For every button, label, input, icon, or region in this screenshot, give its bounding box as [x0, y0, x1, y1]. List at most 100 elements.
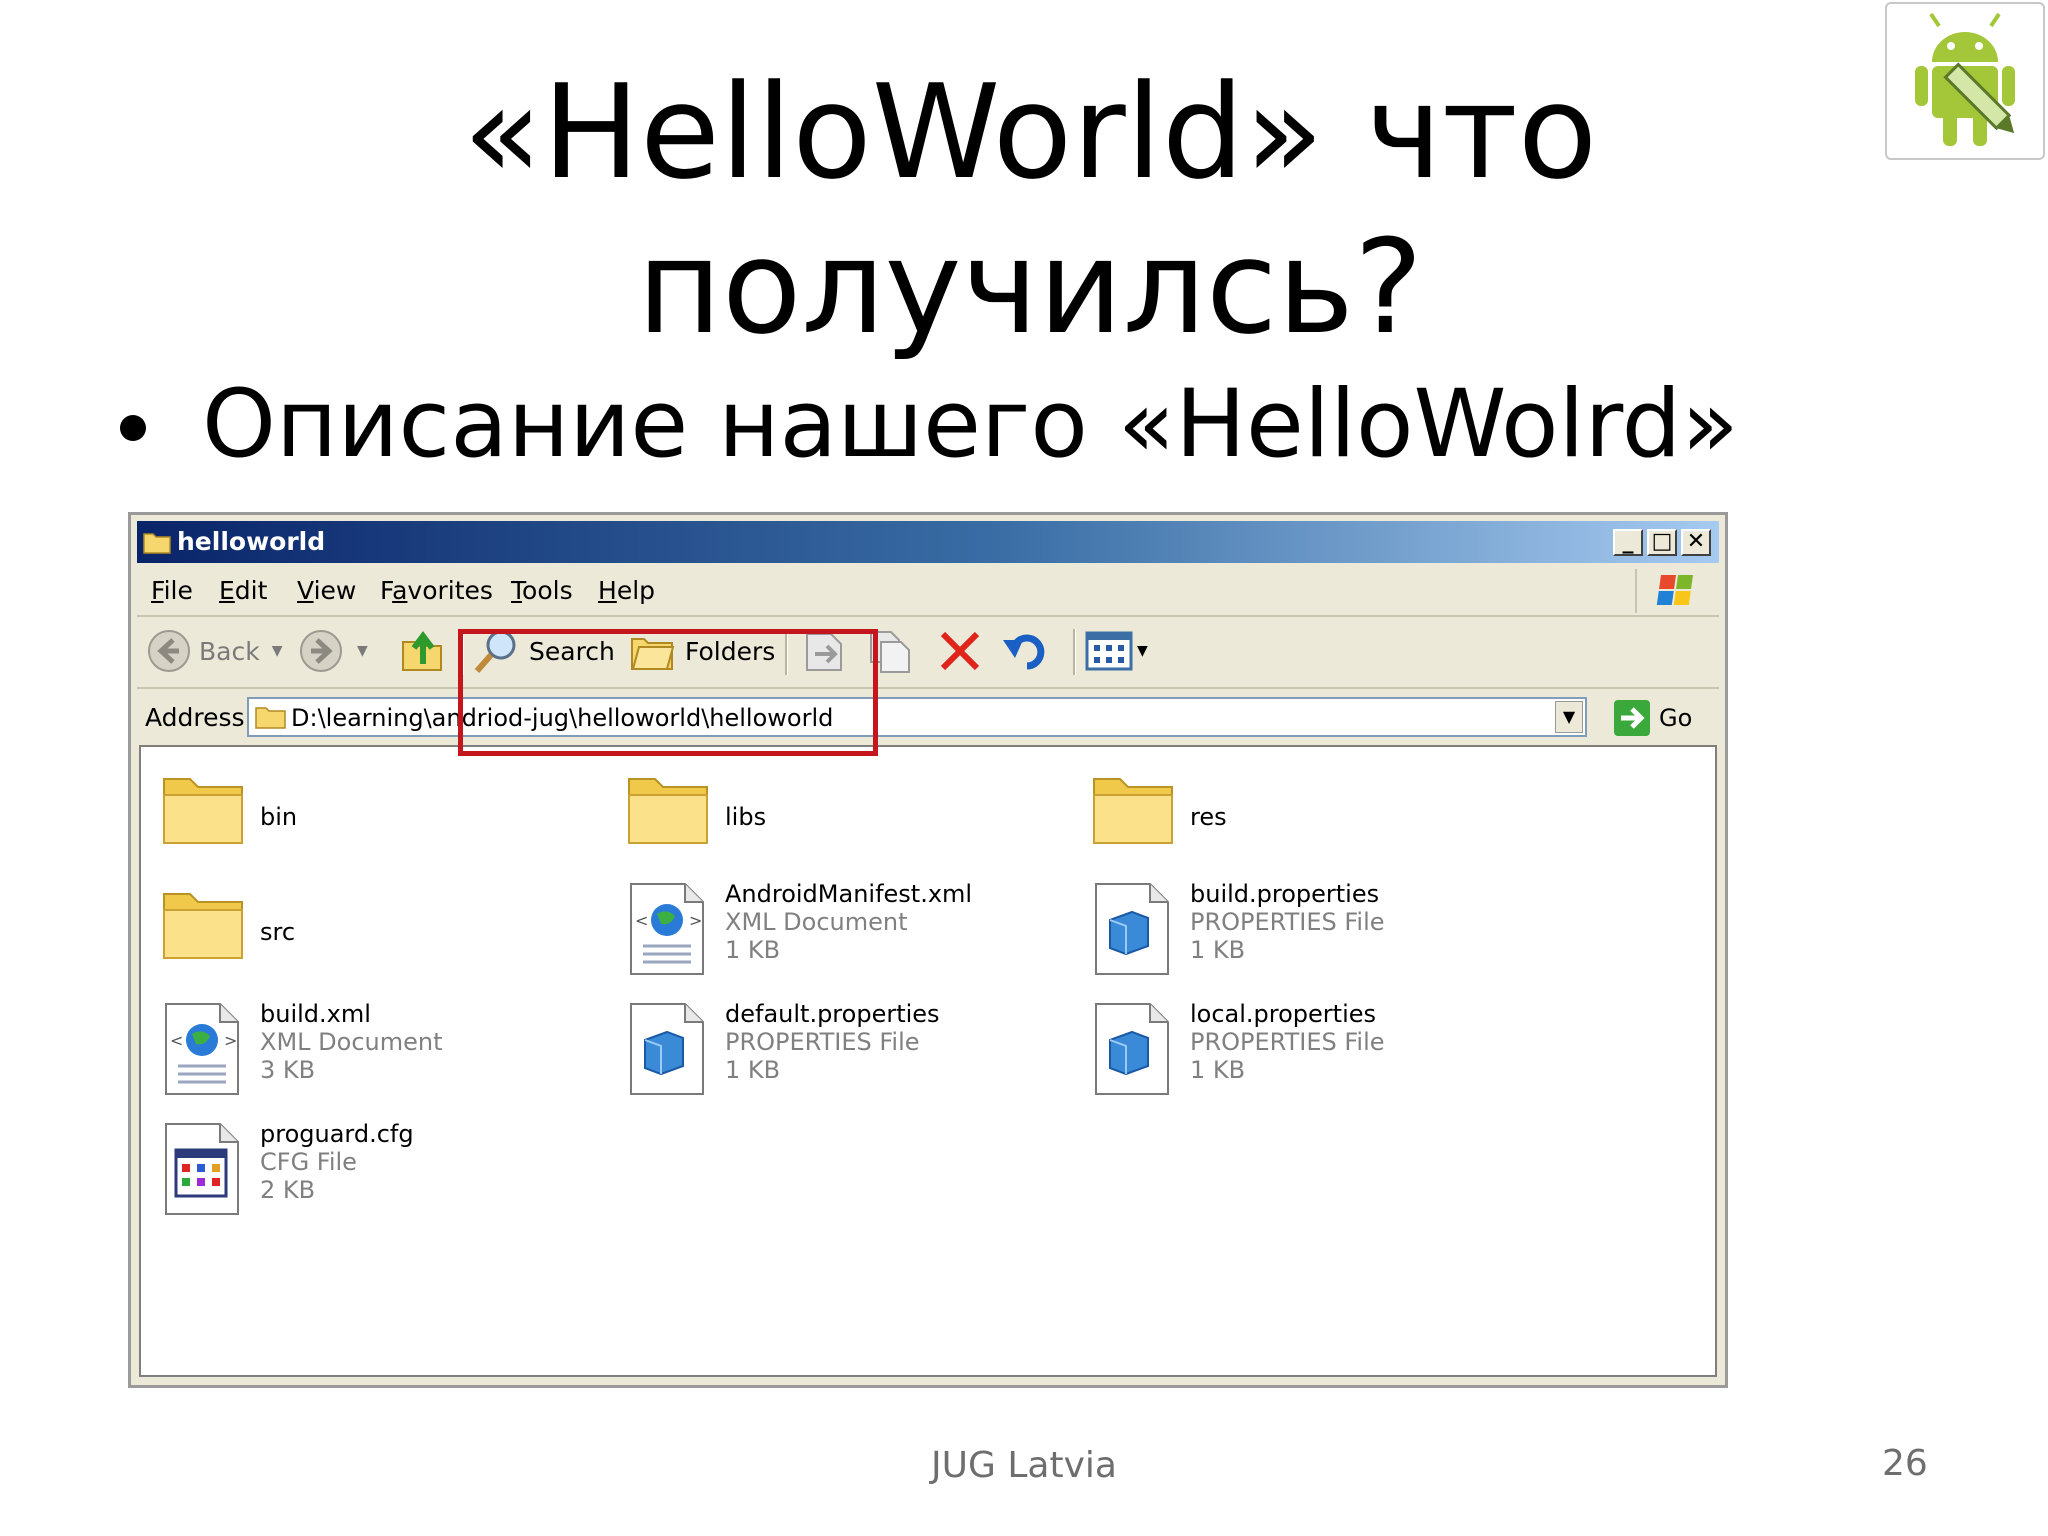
file-name: AndroidManifest.xml [725, 880, 973, 908]
file-item-text: proguard.cfg CFG File 2 KB [260, 1120, 414, 1204]
menu-bar: File Edit View Favorites Tools Help [137, 567, 1719, 617]
folder-icon [625, 765, 715, 865]
file-item-text: AndroidManifest.xml XML Document 1 KB [725, 880, 972, 964]
footer-text: JUG Latvia [931, 1445, 1117, 1486]
file-name: build.xml [260, 1000, 371, 1028]
folder-icon [160, 765, 250, 865]
title-bar[interactable]: helloworld _ □ ✕ [137, 521, 1719, 563]
minimize-button[interactable]: _ [1613, 529, 1643, 556]
delete-x-icon [940, 631, 980, 671]
slide-title-line-2: получилсь? [636, 211, 1424, 363]
svg-text:<: < [635, 911, 648, 930]
forward-button[interactable]: ▼ [299, 627, 368, 675]
back-button[interactable]: Back ▼ [147, 627, 282, 675]
file-item-build-properties[interactable]: build.properties PROPERTIES File 1 KB [1090, 880, 1510, 980]
file-item-build-xml[interactable]: < > build.xml XML Document 3 KB [160, 1000, 580, 1100]
toolbar: Back ▼ ▼ Search Folders ▼ [137, 617, 1719, 689]
bullet-point: Описание нашего «HelloWolrd» [120, 370, 1739, 480]
file-size: 1 KB [725, 1056, 781, 1084]
svg-text:>: > [689, 911, 702, 930]
folder-icon [1090, 765, 1180, 865]
file-type: PROPERTIES File [725, 1028, 920, 1056]
android-logo [1885, 2, 2045, 160]
back-arrow-icon [148, 630, 190, 672]
views-dropdown-icon[interactable]: ▼ [1137, 643, 1148, 659]
delete-button[interactable] [937, 627, 983, 675]
address-dropdown-button[interactable]: ▼ [1555, 701, 1583, 733]
up-folder-button[interactable] [399, 627, 445, 675]
forward-dropdown-icon[interactable]: ▼ [357, 643, 368, 659]
properties-file-icon [625, 1000, 715, 1100]
maximize-button[interactable]: □ [1647, 529, 1677, 556]
file-size: 2 KB [260, 1176, 316, 1204]
menu-favorites[interactable]: Favorites [380, 576, 493, 605]
properties-file-icon [1090, 1000, 1180, 1100]
menu-help[interactable]: Help [598, 576, 655, 605]
file-name: proguard.cfg [260, 1120, 414, 1148]
file-item-text: build.xml XML Document 3 KB [260, 1000, 442, 1084]
svg-text:<: < [170, 1031, 183, 1050]
menu-file[interactable]: File [151, 576, 193, 605]
file-type: XML Document [725, 908, 908, 936]
file-item-default-properties[interactable]: default.properties PROPERTIES File 1 KB [625, 1000, 1045, 1100]
go-button[interactable]: Go [1613, 699, 1692, 737]
views-button[interactable]: ▼ [1085, 627, 1148, 675]
windows-logo-icon [1635, 569, 1715, 613]
file-size: 3 KB [260, 1056, 316, 1084]
file-name: local.properties [1190, 1000, 1377, 1028]
file-type: PROPERTIES File [1190, 1028, 1385, 1056]
address-label: Address [145, 703, 245, 732]
go-arrow-icon [1614, 700, 1650, 736]
file-item-proguard-cfg[interactable]: proguard.cfg CFG File 2 KB [160, 1120, 580, 1220]
folder-icon [255, 707, 286, 729]
file-size: 1 KB [1190, 936, 1246, 964]
folder-icon [143, 533, 171, 554]
file-name: src [260, 918, 296, 946]
forward-arrow-icon [300, 630, 342, 672]
slide-title: «HelloWorld» что получилсь? [380, 55, 1680, 365]
file-size: 1 KB [1190, 1056, 1246, 1084]
file-name: res [1190, 803, 1227, 831]
file-item-text: local.properties PROPERTIES File 1 KB [1190, 1000, 1385, 1084]
window-title: helloworld [177, 527, 326, 556]
undo-button[interactable] [1001, 627, 1049, 675]
folder-icon [160, 880, 250, 980]
slide-title-line-1: «HelloWorld» что [462, 56, 1598, 208]
highlight-box [458, 629, 878, 756]
file-item-text: src [260, 918, 295, 946]
close-button[interactable]: ✕ [1681, 529, 1711, 556]
xml-document-icon: < > [160, 1000, 250, 1100]
file-item-text: libs [725, 803, 766, 831]
file-item-text: build.properties PROPERTIES File 1 KB [1190, 880, 1385, 964]
menu-tools[interactable]: Tools [511, 576, 573, 605]
file-size: 1 KB [725, 936, 781, 964]
views-icon [1085, 631, 1133, 671]
up-folder-icon [402, 631, 442, 671]
bullet-dot [120, 415, 146, 441]
file-item-res[interactable]: res [1090, 765, 1510, 865]
cfg-file-icon [160, 1120, 250, 1220]
svg-text:>: > [224, 1031, 237, 1050]
properties-file-icon [1090, 880, 1180, 980]
file-item-text: bin [260, 803, 297, 831]
back-dropdown-icon[interactable]: ▼ [272, 643, 283, 659]
address-input[interactable]: D:\learning\andriod-jug\helloworld\hello… [247, 697, 1587, 737]
menu-view[interactable]: View [297, 576, 356, 605]
xml-document-icon: < > [625, 880, 715, 980]
file-item-text: res [1190, 803, 1227, 831]
file-item-local-properties[interactable]: local.properties PROPERTIES File 1 KB [1090, 1000, 1510, 1100]
file-type: XML Document [260, 1028, 443, 1056]
file-item-androidmanifest-xml[interactable]: < > AndroidManifest.xml XML Document 1 KB [625, 880, 1045, 980]
file-type: PROPERTIES File [1190, 908, 1385, 936]
file-item-libs[interactable]: libs [625, 765, 1045, 865]
file-name: default.properties [725, 1000, 940, 1028]
menu-edit[interactable]: Edit [219, 576, 267, 605]
file-item-text: default.properties PROPERTIES File 1 KB [725, 1000, 940, 1084]
file-name: bin [260, 803, 298, 831]
file-item-src[interactable]: src [160, 880, 580, 980]
bullet-text: Описание нашего «HelloWolrd» [202, 370, 1739, 479]
file-item-bin[interactable]: bin [160, 765, 580, 865]
file-name: build.properties [1190, 880, 1380, 908]
page-number: 26 [1882, 1443, 1928, 1484]
undo-icon [1003, 634, 1045, 670]
